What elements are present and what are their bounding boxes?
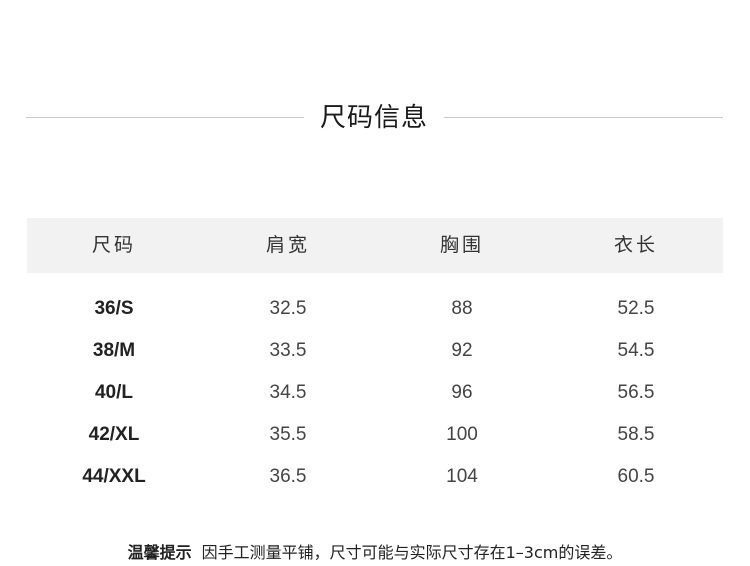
cell-size: 44/XXL — [82, 466, 146, 487]
cell-size: 42/XL — [88, 424, 140, 445]
table-row: 42/XL 35.5 100 58.5 — [27, 414, 723, 456]
cell-length: 60.5 — [617, 466, 655, 487]
cell-shoulder-width: 35.5 — [269, 424, 307, 445]
measurement-tip: 温馨提示 因手工测量平铺，尺寸可能与实际尺寸存在1–3cm的误差。 — [0, 540, 750, 566]
tip-label: 温馨提示 — [127, 543, 192, 562]
title-divider-left — [26, 117, 304, 118]
table-row: 38/M 33.5 92 54.5 — [27, 330, 723, 372]
cell-chest: 92 — [451, 340, 473, 361]
cell-length: 54.5 — [617, 340, 655, 361]
cell-length: 56.5 — [617, 382, 655, 403]
cell-shoulder-width: 33.5 — [269, 340, 307, 361]
cell-size: 36/S — [94, 298, 134, 319]
cell-chest: 88 — [451, 298, 473, 319]
cell-size: 38/M — [92, 340, 136, 361]
cell-chest: 100 — [446, 424, 478, 445]
cell-shoulder-width: 32.5 — [269, 298, 307, 319]
cell-size: 40/L — [94, 382, 134, 403]
table-row: 40/L 34.5 96 56.5 — [27, 372, 723, 414]
table-row: 44/XXL 36.5 104 60.5 — [27, 456, 723, 498]
cell-chest: 96 — [451, 382, 473, 403]
table-body: 36/S 32.5 88 52.5 38/M 33.5 92 54.5 40/L… — [27, 273, 723, 498]
header-shoulder-width: 肩宽 — [265, 234, 310, 256]
cell-length: 52.5 — [617, 298, 655, 319]
size-table: 尺码 肩宽 胸围 衣长 36/S 32.5 88 52.5 38/M 33.5 … — [27, 218, 723, 498]
header-chest: 胸围 — [439, 234, 484, 256]
cell-length: 58.5 — [617, 424, 655, 445]
section-title-row: 尺码信息 — [0, 96, 750, 140]
header-length: 衣长 — [613, 234, 658, 256]
cell-shoulder-width: 34.5 — [269, 382, 307, 403]
cell-shoulder-width: 36.5 — [269, 466, 307, 487]
title-divider-right — [444, 117, 723, 118]
cell-chest: 104 — [446, 466, 478, 487]
section-title: 尺码信息 — [319, 103, 428, 133]
table-row: 36/S 32.5 88 52.5 — [27, 288, 723, 330]
header-size: 尺码 — [91, 234, 136, 256]
table-header: 尺码 肩宽 胸围 衣长 — [27, 218, 723, 273]
tip-text: 因手工测量平铺，尺寸可能与实际尺寸存在1–3cm的误差。 — [201, 543, 623, 562]
